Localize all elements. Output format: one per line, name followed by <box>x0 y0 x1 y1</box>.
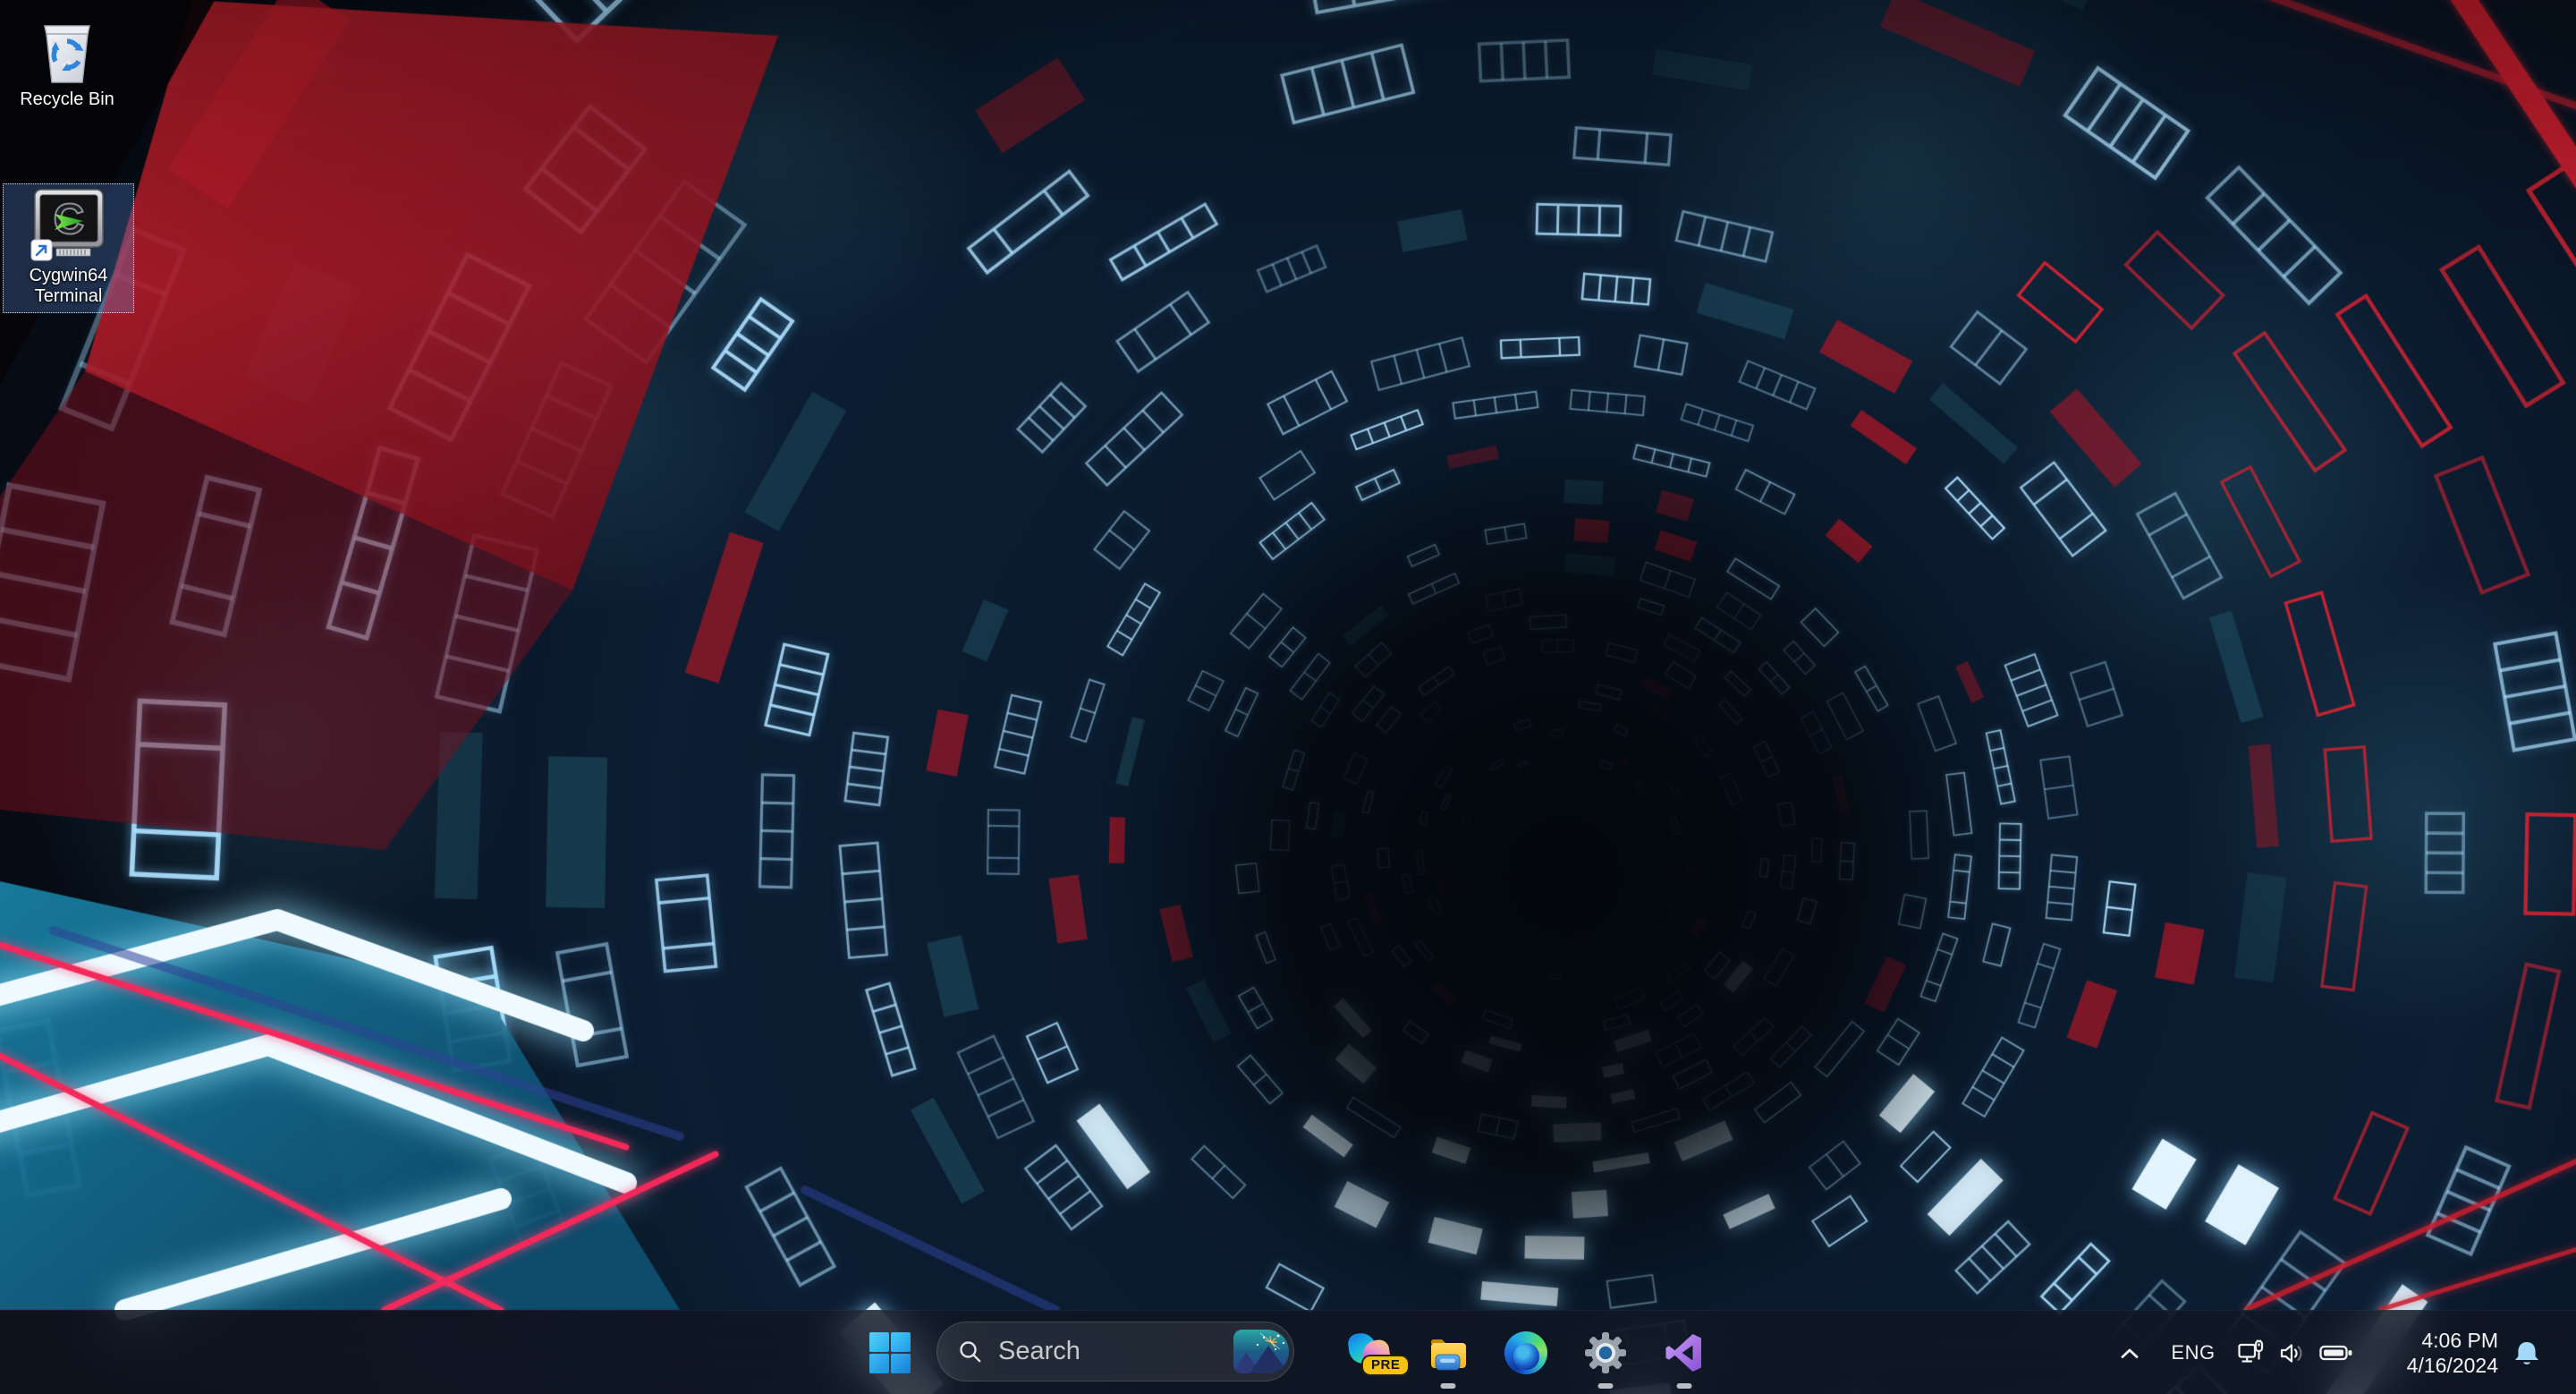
desktop-icon-label: Terminal <box>35 286 103 307</box>
taskbar-app-copilot[interactable]: PRE <box>1342 1311 1399 1394</box>
battery-icon <box>2319 1342 2353 1364</box>
recycle-bin-icon <box>34 10 100 87</box>
clock-time: 4:06 PM <box>2421 1328 2498 1353</box>
desktop-icon-label: Cygwin64 <box>30 266 108 286</box>
desktop-icon-cygwin64-terminal[interactable]: C Cygwin64 Terminal <box>3 183 134 313</box>
taskbar-app-microsoft-edge[interactable] <box>1497 1311 1555 1394</box>
clock-date: 4/16/2024 <box>2407 1353 2498 1378</box>
taskbar: PRE <box>0 1310 2576 1394</box>
notification-bell-icon <box>2514 1339 2539 1367</box>
tray-hidden-icons-button[interactable] <box>2109 1311 2150 1394</box>
running-indicator <box>1677 1383 1692 1389</box>
desktop-wallpaper <box>0 0 2576 1394</box>
cygwin64-terminal-icon: C <box>30 188 108 263</box>
file-explorer-icon <box>1427 1331 1470 1374</box>
tray-clock[interactable]: 4:06 PM 4/16/2024 <box>2368 1311 2501 1394</box>
taskbar-app-settings[interactable] <box>1577 1311 1634 1394</box>
visual-studio-icon <box>1663 1331 1706 1374</box>
tray-volume-button[interactable] <box>2272 1311 2313 1394</box>
volume-icon <box>2279 1341 2306 1365</box>
language-label: ENG <box>2171 1341 2215 1364</box>
running-indicator <box>1441 1383 1456 1389</box>
windows-desktop: { "desktop": { "icons": [ { "label": "Re… <box>0 0 2576 1394</box>
taskbar-app-visual-studio[interactable] <box>1656 1311 1713 1394</box>
shortcut-arrow-overlay <box>31 240 52 260</box>
search-box[interactable] <box>936 1322 1294 1381</box>
tray-display-button[interactable] <box>2231 1311 2272 1394</box>
start-button[interactable] <box>861 1311 919 1394</box>
search-icon <box>957 1339 984 1365</box>
copilot-preview-badge: PRE <box>1361 1355 1410 1376</box>
tray-battery-button[interactable] <box>2313 1311 2360 1394</box>
desktop-icon-recycle-bin[interactable]: Recycle Bin <box>0 5 134 116</box>
chevron-up-icon <box>2120 1347 2140 1360</box>
edge-icon <box>1504 1331 1547 1374</box>
taskbar-app-file-explorer[interactable] <box>1419 1311 1477 1394</box>
windows-start-icon <box>869 1332 911 1373</box>
search-highlights-thumbnail[interactable] <box>1233 1330 1289 1373</box>
desktop-icon-label: Recycle Bin <box>20 89 114 110</box>
running-indicator <box>1598 1383 1614 1389</box>
tray-notification-button[interactable] <box>2506 1311 2547 1394</box>
copilot-icon: PRE <box>1347 1331 1394 1374</box>
tray-language-indicator[interactable]: ENG <box>2157 1311 2229 1394</box>
search-input[interactable] <box>998 1337 1233 1366</box>
settings-gear-icon <box>1584 1331 1627 1374</box>
display-connection-icon <box>2237 1339 2267 1367</box>
